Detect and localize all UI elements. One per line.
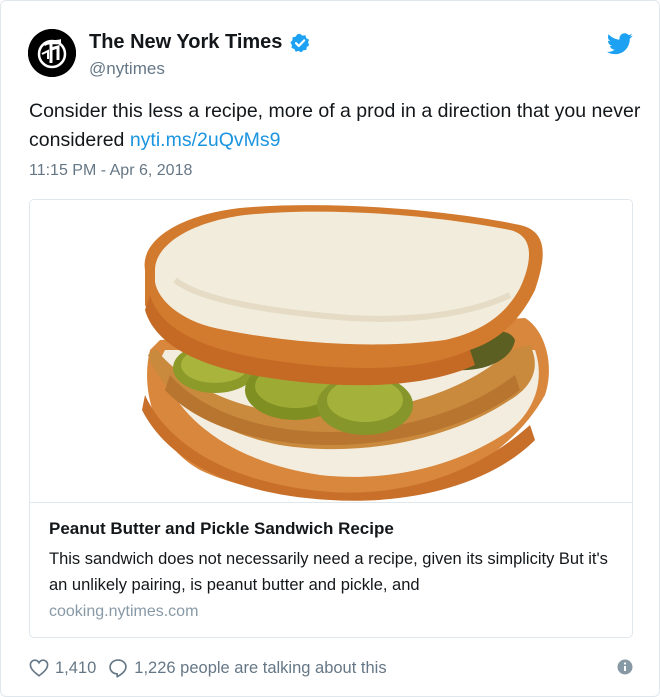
verified-badge-icon <box>290 33 310 52</box>
tweet-timestamp[interactable]: 11:15 PM - Apr 6, 2018 <box>29 162 192 180</box>
heart-icon <box>29 659 49 677</box>
reply-bubble-icon <box>109 659 128 678</box>
card-domain[interactable]: cooking.nytimes.com <box>49 603 619 621</box>
talking-count: 1,226 people are talking about this <box>134 658 387 677</box>
conversation-button[interactable]: 1,226 people are talking about this <box>108 658 387 678</box>
tweet-footer: 1,410 1,226 people are talking about thi… <box>29 656 633 680</box>
tweet-link[interactable]: nyti.ms/2uQvMs9 <box>130 129 281 151</box>
card-title[interactable]: Peanut Butter and Pickle Sandwich Recipe <box>49 517 619 541</box>
twitter-bird-icon[interactable] <box>607 33 633 55</box>
like-button[interactable]: 1,410 <box>29 659 96 678</box>
nyt-logo-icon <box>28 29 76 77</box>
tweet-body: Consider this less a recipe, more of a p… <box>29 100 641 151</box>
card-image[interactable] <box>30 200 632 502</box>
account-handle[interactable]: @nytimes <box>89 59 310 79</box>
nyt-avatar[interactable] <box>28 29 76 77</box>
card-divider <box>30 502 632 503</box>
link-card[interactable]: Peanut Butter and Pickle Sandwich Recipe… <box>29 199 633 638</box>
tweet-embed: The New York Times @nytimes Consider thi… <box>0 0 660 697</box>
like-count: 1,410 <box>55 658 97 677</box>
account-info[interactable]: The New York Times @nytimes <box>89 31 310 79</box>
account-name[interactable]: The New York Times <box>89 31 282 54</box>
info-icon[interactable] <box>617 659 633 675</box>
card-description: This sandwich does not necessarily need … <box>49 550 608 594</box>
tweet-text: Consider this less a recipe, more of a p… <box>29 97 641 155</box>
card-body[interactable]: Peanut Butter and Pickle Sandwich Recipe… <box>49 517 619 621</box>
sandwich-image-icon <box>142 205 549 501</box>
